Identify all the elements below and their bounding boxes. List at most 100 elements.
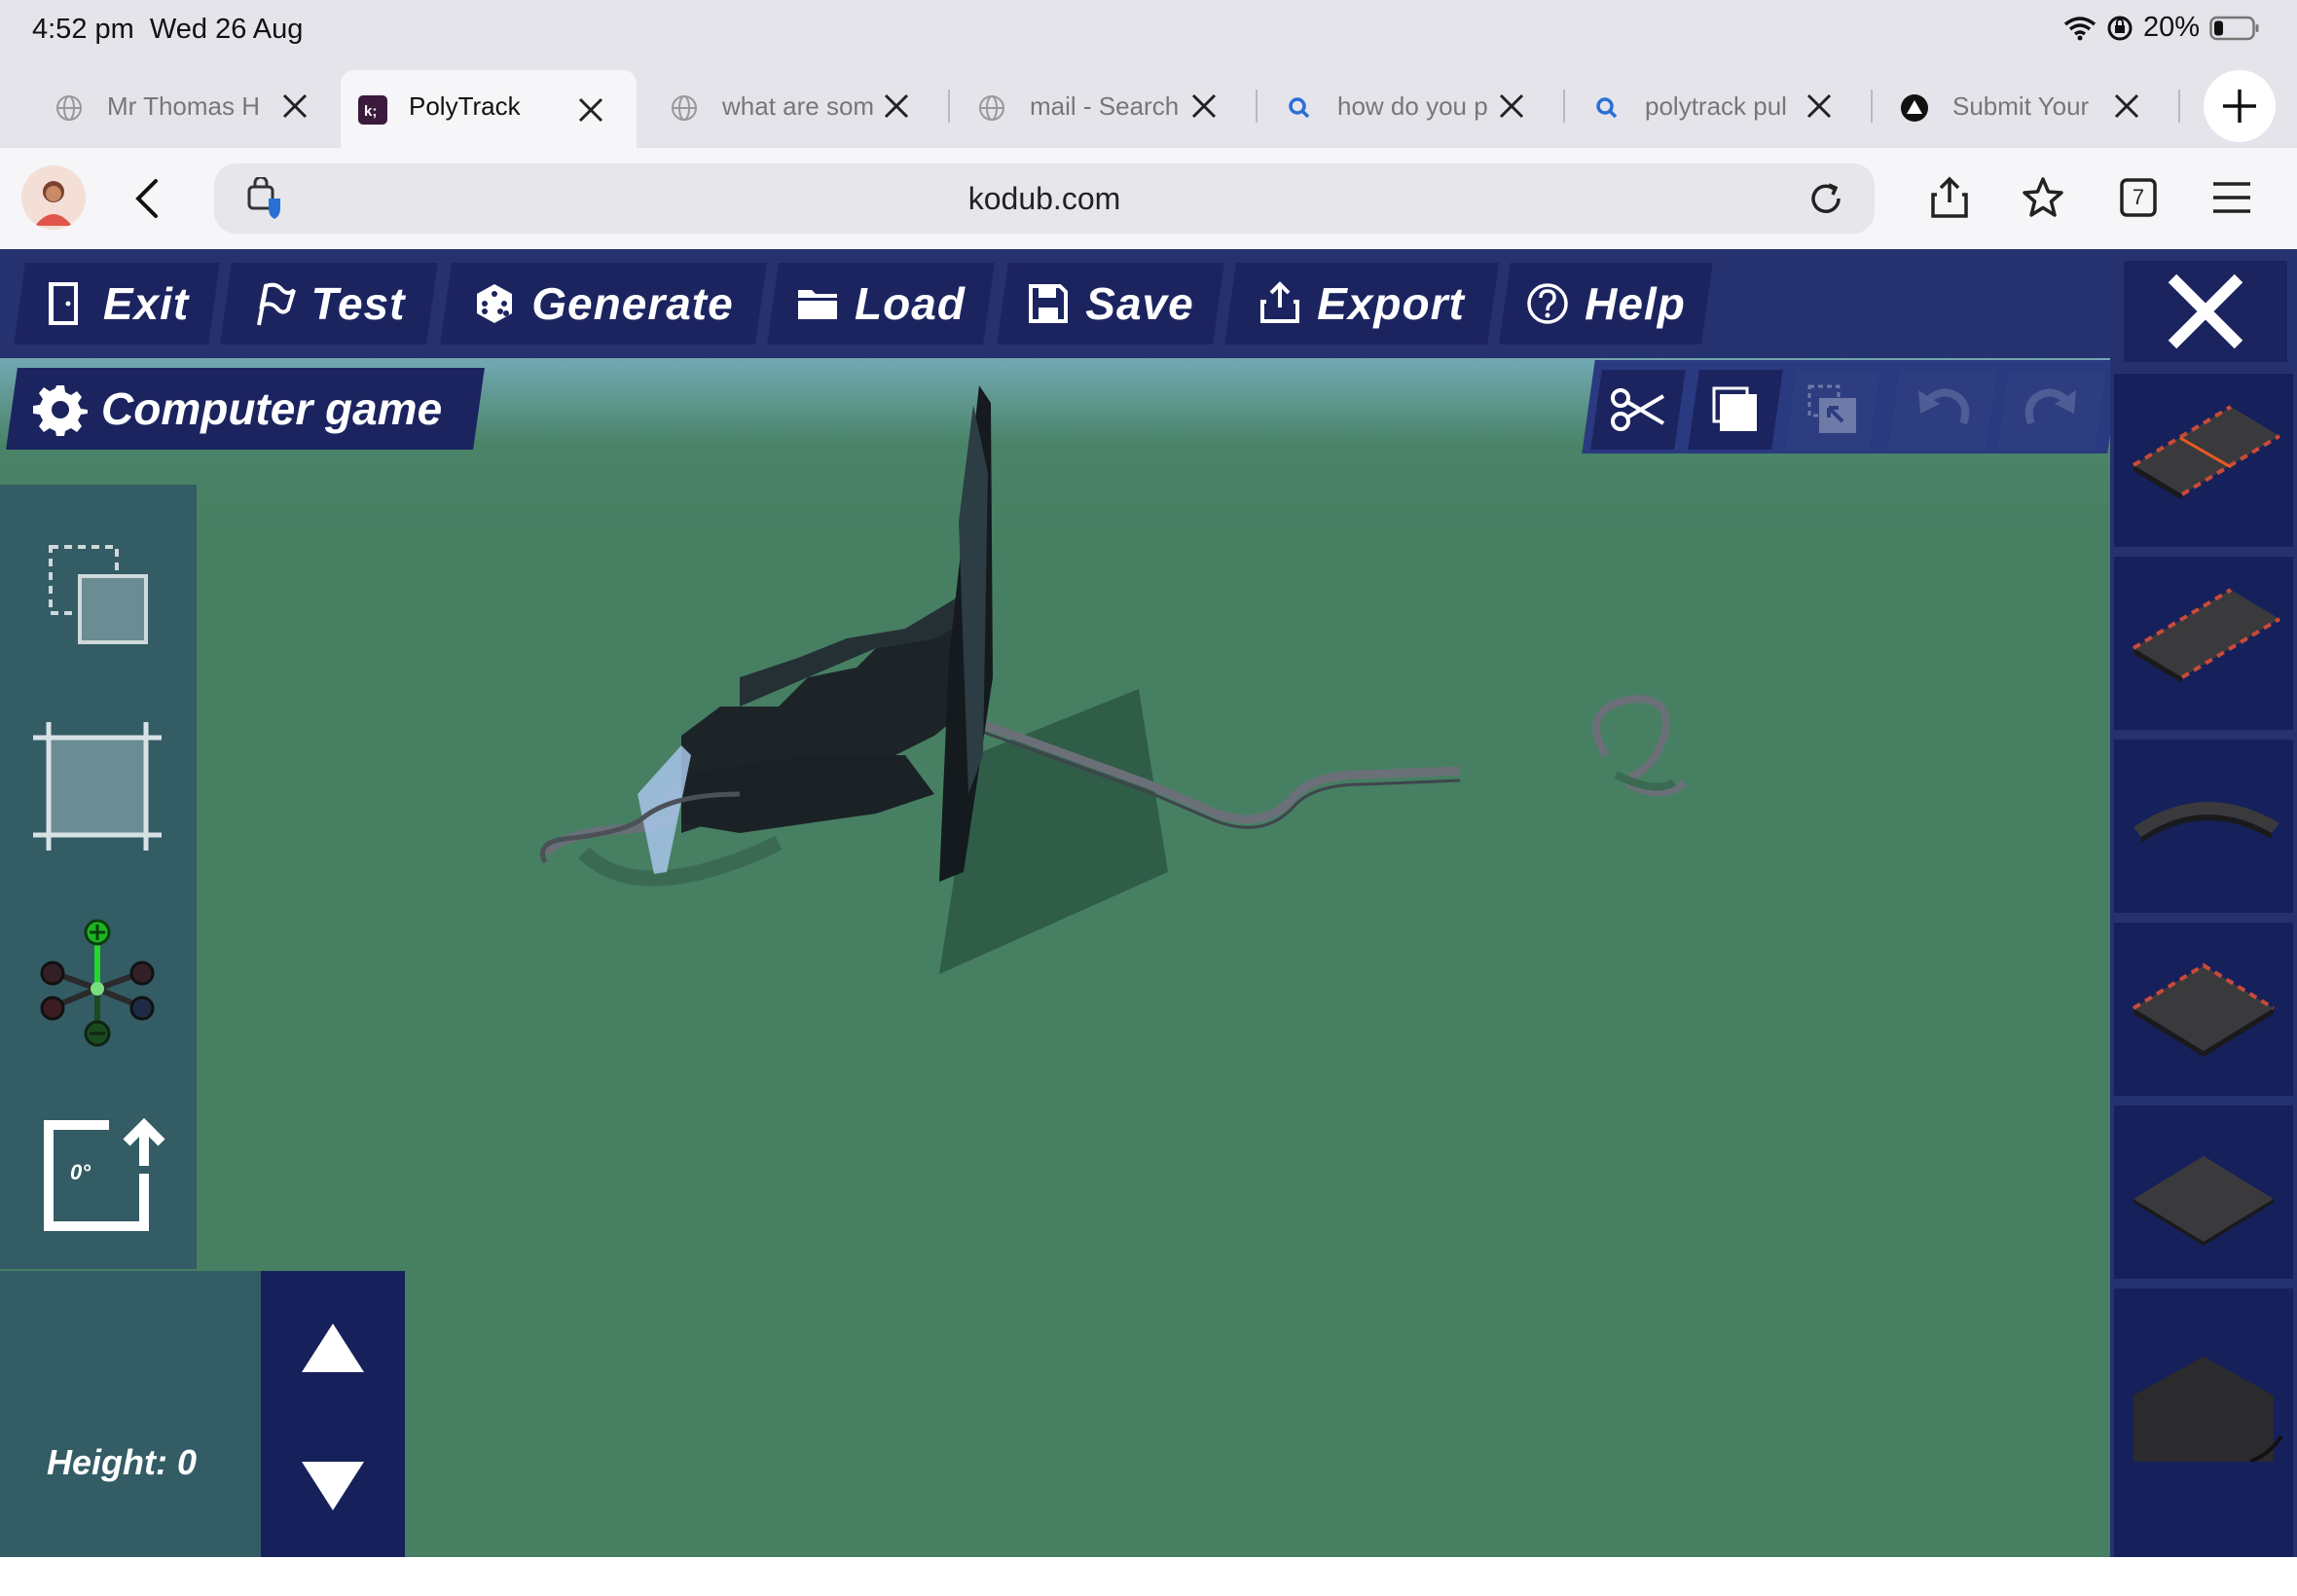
piece-wide-road[interactable]: [2114, 923, 2293, 1096]
copy-icon: [1712, 386, 1757, 431]
status-indicators: 20%: [2063, 12, 2260, 44]
close-tab-icon[interactable]: [1803, 90, 1836, 123]
wide-road-piece-icon: [2132, 962, 2276, 1057]
tab-title: polytrack pul: [1645, 91, 1787, 121]
track-name: Computer game: [101, 383, 443, 434]
paste-button[interactable]: [1785, 370, 1880, 450]
svg-text:k;: k;: [364, 103, 377, 120]
undo-button[interactable]: [1888, 370, 1997, 450]
battery-icon: [2209, 16, 2259, 40]
tab-how-do-you[interactable]: how do you p: [1269, 70, 1557, 142]
piece-plain-block[interactable]: [2114, 1106, 2293, 1279]
tab-title: PolyTrack: [409, 91, 521, 121]
tab-what-are-some[interactable]: what are som: [654, 70, 942, 142]
cut-button[interactable]: [1590, 370, 1686, 450]
menu-icon[interactable]: [2209, 175, 2254, 220]
url-text: kodub.com: [967, 181, 1121, 216]
folder-icon: [798, 290, 838, 319]
height-arrows: [261, 1271, 405, 1557]
close-tab-icon[interactable]: [1495, 90, 1528, 123]
close-tab-icon[interactable]: [278, 90, 311, 123]
globe-icon: [56, 95, 82, 121]
editor-menu-bar: Exit Test Generate Load Save Export Help: [0, 249, 2297, 358]
move-gizmo-icon[interactable]: [29, 913, 165, 1049]
export-icon: [1260, 281, 1300, 323]
track-shadow: [578, 835, 783, 887]
reload-icon[interactable]: [1806, 179, 1845, 218]
floppy-disk-icon: [1029, 284, 1069, 323]
search-icon: [1289, 97, 1310, 119]
tab-polytrack[interactable]: k; PolyTrack: [341, 70, 637, 148]
area-tool-icon[interactable]: [29, 718, 165, 854]
bookmark-star-icon[interactable]: [2021, 175, 2065, 220]
height-down-button[interactable]: [300, 1458, 366, 1514]
avatar[interactable]: [21, 165, 86, 230]
tab-title: Mr Thomas H: [107, 91, 260, 121]
tab-mail-search[interactable]: mail - Search: [962, 70, 1250, 142]
triangle-logo-icon: [1901, 94, 1928, 122]
piece-slope[interactable]: [2114, 1288, 2293, 1557]
plus-icon: [2223, 90, 2256, 123]
new-tab-button[interactable]: [2204, 70, 2276, 142]
test-button[interactable]: Test: [220, 263, 438, 345]
straight-road-piece-icon: [2132, 588, 2281, 683]
tab-separator: [1871, 90, 1873, 123]
gear-icon: [33, 385, 88, 436]
tab-title: how do you p: [1337, 91, 1488, 121]
close-tab-icon[interactable]: [880, 90, 913, 123]
tab-title: what are som: [722, 91, 875, 121]
tab-separator: [948, 90, 950, 123]
height-label: Height: 0: [47, 1442, 198, 1482]
exit-button[interactable]: Exit: [14, 263, 220, 345]
back-button[interactable]: [130, 177, 165, 220]
tab-separator: [1563, 90, 1565, 123]
help-question-icon: [1527, 283, 1568, 324]
rotate-icon: [44, 1117, 165, 1231]
search-icon: [1596, 97, 1618, 119]
start-line-piece-icon: [2132, 405, 2281, 500]
game-viewport[interactable]: Exit Test Generate Load Save Export Help…: [0, 249, 2297, 1557]
export-button[interactable]: Export: [1224, 263, 1499, 345]
door-exit-icon: [48, 282, 78, 325]
redo-icon: [2024, 388, 2076, 425]
tab-bar: Mr Thomas H k; PolyTrack what are som ma…: [0, 64, 2297, 148]
share-icon[interactable]: [1927, 175, 1972, 220]
copy-button[interactable]: [1688, 370, 1783, 450]
rotate-tool-button[interactable]: 0°: [29, 1107, 165, 1244]
piece-curve[interactable]: [2114, 740, 2293, 913]
close-tab-icon[interactable]: [1187, 90, 1221, 123]
generate-button[interactable]: Generate: [440, 263, 767, 345]
tab-count-button[interactable]: 7: [2116, 175, 2161, 220]
status-time: 4:52 pm Wed 26 Aug: [32, 14, 304, 45]
wifi-icon: [2063, 16, 2096, 40]
rotation-value: 0°: [70, 1160, 91, 1184]
tab-submit-your[interactable]: Submit Your: [1884, 70, 2172, 142]
tab-mr-thomas[interactable]: Mr Thomas H: [39, 70, 341, 142]
load-button[interactable]: Load: [767, 263, 995, 345]
page-bottom-margin: [0, 1557, 2297, 1596]
redo-button[interactable]: [1997, 370, 2106, 450]
tab-title: Submit Your: [1952, 91, 2090, 121]
track-far-loop-shadow: [1614, 771, 1677, 791]
flag-icon: [256, 282, 296, 326]
plain-block-piece-icon: [2133, 1156, 2274, 1246]
close-icon: [2168, 273, 2243, 349]
close-palette-button[interactable]: [2124, 261, 2287, 362]
piece-straight[interactable]: [2114, 557, 2293, 730]
profile-avatar-icon: [21, 165, 86, 230]
tab-polytrack-pub[interactable]: polytrack pul: [1577, 70, 1865, 142]
battery-percent: 20%: [2142, 12, 2200, 43]
track-settings-button[interactable]: Computer game: [6, 368, 485, 450]
close-tab-icon[interactable]: [574, 93, 607, 127]
help-button[interactable]: Help: [1499, 263, 1713, 345]
tab-separator: [2178, 90, 2180, 123]
left-tool-panel: 0°: [0, 485, 197, 1269]
close-tab-icon[interactable]: [2110, 90, 2143, 123]
select-tool-icon[interactable]: [29, 524, 165, 660]
url-field[interactable]: kodub.com: [214, 163, 1875, 234]
height-up-button[interactable]: [300, 1320, 366, 1376]
orientation-lock-icon: [2107, 16, 2133, 40]
piece-start-line[interactable]: [2114, 374, 2293, 547]
save-button[interactable]: Save: [997, 263, 1224, 345]
height-panel: Height: 0: [0, 1271, 263, 1557]
